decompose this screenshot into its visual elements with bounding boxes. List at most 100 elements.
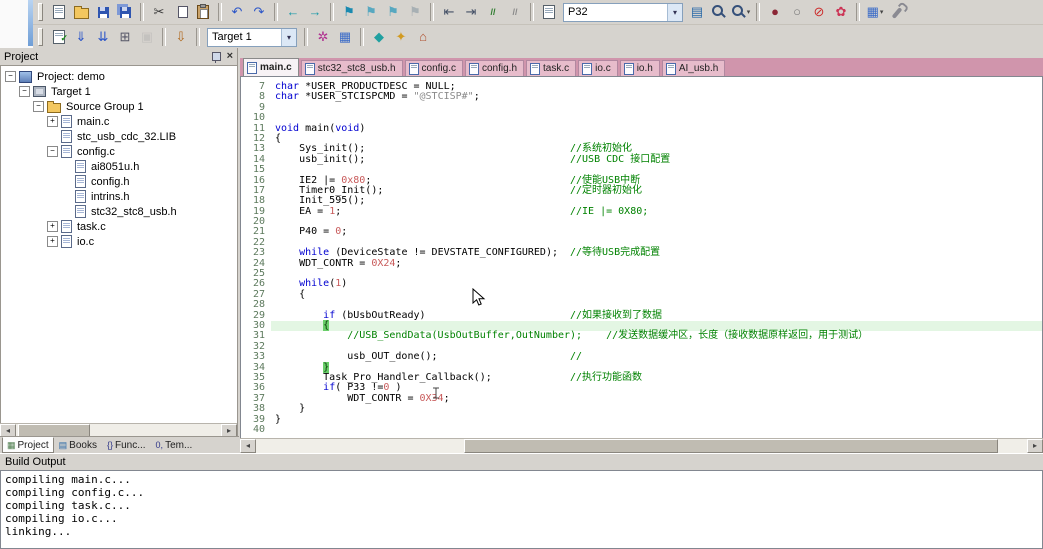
tree-expander-icon[interactable]: − <box>19 86 30 97</box>
editor-tab-config.h[interactable]: config.h <box>464 60 525 76</box>
cut-icon[interactable]: ✂ <box>149 2 169 22</box>
tree-item-config.c[interactable]: − config.c <box>1 144 237 159</box>
tree-item-main.c[interactable]: + main.c <box>1 114 237 129</box>
scroll-left-button[interactable]: ◂ <box>240 439 256 453</box>
tree-expander-icon[interactable]: + <box>47 221 58 232</box>
tree-item-ai8051u.h[interactable]: ai8051u.h <box>1 159 237 174</box>
next-bookmark-icon[interactable]: ⚑ <box>383 2 403 22</box>
configure-tools-icon[interactable] <box>887 2 907 22</box>
code-line-11: 11 void main(void) <box>241 123 1042 134</box>
tree-item-io.c[interactable]: + io.c <box>1 234 237 249</box>
panel-tab-label: Books <box>69 439 97 451</box>
toolbar-separator <box>162 28 166 46</box>
indent-left-icon[interactable]: ⇤ <box>439 2 459 22</box>
target-combobox-dropdown[interactable]: ▾ <box>281 28 296 46</box>
file-icon <box>247 61 257 74</box>
line-text: } <box>275 403 306 415</box>
tree-expander-icon[interactable]: − <box>47 146 58 157</box>
tree-item-Project: demo[interactable]: − Project: demo <box>1 69 237 84</box>
build-icon[interactable]: ⇓ <box>71 27 91 47</box>
panel-tab-Books[interactable]: ▤ Books <box>54 437 102 453</box>
panel-tab-Project[interactable]: ▦ Project <box>2 437 54 453</box>
clear-bookmarks-icon[interactable]: ⚑ <box>405 2 425 22</box>
manage-project-items-icon[interactable]: ▦ <box>335 27 355 47</box>
navigate-forward-icon[interactable]: → <box>305 2 325 22</box>
kill-all-breakpoints-icon[interactable]: ✿ <box>831 2 851 22</box>
editor-horizontal-scrollbar[interactable]: ◂ ▸ <box>240 438 1043 453</box>
save-icon[interactable] <box>93 2 113 22</box>
toolbar-grip[interactable] <box>38 28 43 46</box>
code-editor[interactable]: 7 char *USER_PRODUCTDESC = NULL; 8 char *US… <box>240 76 1043 439</box>
editor-tab-io.c[interactable]: io.c <box>578 60 618 76</box>
uncomment-icon[interactable]: // <box>505 2 525 22</box>
tree-item-Target 1[interactable]: − Target 1 <box>1 84 237 99</box>
copy-icon[interactable] <box>171 2 191 22</box>
indent-right-icon[interactable]: ⇥ <box>461 2 481 22</box>
comment-icon[interactable]: // <box>483 2 503 22</box>
redo-icon[interactable]: ↷ <box>249 2 269 22</box>
disable-all-breakpoints-icon[interactable]: ⊘ <box>809 2 829 22</box>
enable-disable-breakpoint-icon[interactable]: ○ <box>787 2 807 22</box>
tree-expander-icon[interactable]: + <box>47 236 58 247</box>
tree-item-Source Group 1[interactable]: − Source Group 1 <box>1 99 237 114</box>
previous-bookmark-icon[interactable]: ⚑ <box>361 2 381 22</box>
build-output-header: Build Output <box>0 453 1043 471</box>
editor-tab-stc32_stc8_usb.h[interactable]: stc32_stc8_usb.h <box>300 60 403 76</box>
find-combobox-dropdown[interactable]: ▾ <box>667 3 682 21</box>
find-combobox[interactable]: P32 ▾ <box>563 2 683 22</box>
tree-item-intrins.h[interactable]: intrins.h <box>1 189 237 204</box>
debug-windows-icon[interactable]: ▦ ▾ <box>865 2 885 22</box>
open-file-icon[interactable] <box>71 2 91 22</box>
editor-tab-task.c[interactable]: task.c <box>526 60 577 76</box>
tree-expander-icon[interactable]: − <box>5 71 16 82</box>
tree-item-task.c[interactable]: + task.c <box>1 219 237 234</box>
rebuild-all-icon[interactable]: ⇊ <box>93 27 113 47</box>
scroll-right-button[interactable]: ▸ <box>1027 439 1043 453</box>
tree-expander-icon[interactable]: + <box>47 116 58 127</box>
paste-icon[interactable] <box>193 2 213 22</box>
search-options-icon-dropdown[interactable]: ▾ <box>747 8 751 16</box>
home-icon[interactable]: ⌂ <box>413 27 433 47</box>
close-icon[interactable]: × <box>227 51 233 62</box>
panel-tab-Func...[interactable]: {} Func... <box>102 437 151 453</box>
insert-breakpoint-icon[interactable]: ● <box>765 2 785 22</box>
options-for-target-icon[interactable]: ✲ <box>313 27 333 47</box>
editor-tab-io.h[interactable]: io.h <box>619 60 660 76</box>
find-in-files-icon: ▤ <box>690 4 704 19</box>
editor-tabstrip: main.c stc32_stc8_usb.h config.c config.h ta… <box>240 58 1043 76</box>
find-icon[interactable] <box>709 2 729 22</box>
panel-tab-Tem...[interactable]: 0, Tem... <box>151 437 198 453</box>
tree-item-config.h[interactable]: config.h <box>1 174 237 189</box>
project-horizontal-scrollbar[interactable]: ◂ ▸ <box>0 423 237 437</box>
navigate-back-icon[interactable]: ← <box>283 2 303 22</box>
new-file-icon[interactable] <box>49 2 69 22</box>
find-text-icon[interactable] <box>539 2 559 22</box>
toolbar-grip[interactable] <box>38 3 43 21</box>
find-combobox-value: P32 <box>568 6 588 18</box>
disable-all-breakpoints-icon: ⊘ <box>813 4 825 19</box>
toggle-bookmark-icon[interactable]: ⚑ <box>339 2 359 22</box>
editor-tab-main.c[interactable]: main.c <box>243 58 299 76</box>
editor-tab-config.c[interactable]: config.c <box>404 60 463 76</box>
pin-icon[interactable] <box>211 52 221 63</box>
diamond-icon[interactable]: ◆ <box>369 27 389 47</box>
tree-item-stc32_stc8_usb.h[interactable]: stc32_stc8_usb.h <box>1 204 237 219</box>
target-combobox[interactable]: Target 1 ▾ <box>207 27 297 47</box>
search-options-icon[interactable]: ▾ <box>731 2 751 22</box>
batch-build-icon[interactable]: ⊞ <box>115 27 135 47</box>
save-all-icon[interactable] <box>115 2 135 22</box>
undo-icon[interactable]: ↶ <box>227 2 247 22</box>
translate-file-icon[interactable] <box>49 27 69 47</box>
find-in-files-icon[interactable]: ▤ <box>687 2 707 22</box>
debug-windows-icon-dropdown[interactable]: ▾ <box>880 8 884 16</box>
tree-item-stc_usb_cdc_32.LIB[interactable]: stc_usb_cdc_32.LIB <box>1 129 237 144</box>
scroll-track[interactable] <box>256 439 1027 453</box>
scroll-thumb[interactable] <box>464 439 999 453</box>
star-icon[interactable]: ✦ <box>391 27 411 47</box>
options-for-target-icon: ✲ <box>317 29 329 44</box>
toolbar-separator <box>430 3 434 21</box>
editor-tab-AI_usb.h[interactable]: AI_usb.h <box>661 60 726 76</box>
download-icon[interactable]: ⇩ <box>171 27 191 47</box>
stop-build-icon[interactable]: ▣ <box>137 27 157 47</box>
tree-expander-icon[interactable]: − <box>33 101 44 112</box>
